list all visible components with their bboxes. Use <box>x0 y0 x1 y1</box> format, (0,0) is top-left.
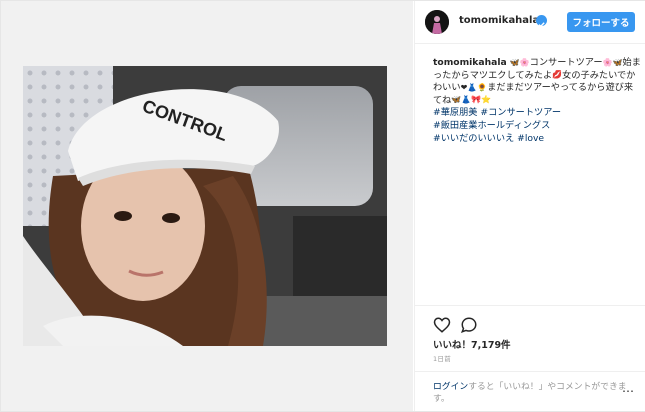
hashtag-link[interactable]: #いいだのいいいえ <box>433 133 514 144</box>
post-modal: CONTROL tomomikahala フォローする tomomikahala… <box>0 0 645 412</box>
avatar[interactable] <box>425 10 449 34</box>
dress-emoji-icon: 👗 <box>467 82 478 92</box>
lipstick-emoji-icon: 💋 <box>552 70 563 80</box>
heart-icon[interactable] <box>433 316 451 334</box>
hashtag-link[interactable]: #love <box>517 133 544 144</box>
more-options-icon[interactable]: ⋯ <box>622 384 634 398</box>
likes-count[interactable]: いいね！7,179件 <box>433 337 511 351</box>
avatar-image <box>425 10 449 34</box>
butterfly-emoji-icon: 🦋 <box>612 57 623 67</box>
post-photo[interactable]: CONTROL <box>23 66 387 346</box>
dress-emoji-icon: 👗 <box>461 95 472 105</box>
login-link[interactable]: ログイン <box>433 382 468 392</box>
username-link[interactable]: tomomikahala <box>459 15 539 26</box>
login-prompt: ログインすると「いいね！」やコメントができます。 <box>433 381 638 405</box>
butterfly-emoji-icon: 🦋 <box>509 57 520 67</box>
ribbon-emoji-icon: 🎀 <box>471 95 482 105</box>
post-header: tomomikahala フォローする <box>415 1 645 44</box>
follow-button[interactable]: フォローする <box>567 12 635 32</box>
heart-emoji-icon: ❤ <box>460 82 468 92</box>
sunflower-emoji-icon: 🌻 <box>477 82 488 92</box>
verified-badge-icon <box>536 15 547 28</box>
login-prompt-bar: ログインすると「いいね！」やコメントができます。 ⋯ <box>415 371 645 412</box>
post-timestamp: 1日前 <box>433 355 452 363</box>
star-emoji-icon: ⭐ <box>481 95 492 105</box>
media-pane: CONTROL <box>1 1 413 411</box>
post-caption: tomomikahala 🦋🌸コンサートツアー🌸🦋始まったからマツエクしてみたよ💋… <box>433 57 641 145</box>
post-sidebar: tomomikahala フォローする tomomikahala 🦋🌸コンサートツ… <box>414 1 645 411</box>
butterfly-emoji-icon: 🦋 <box>451 95 462 105</box>
comment-icon[interactable] <box>460 316 478 334</box>
caption-text-1: コンサートツアー <box>529 57 603 68</box>
selfie-photo-illustration: CONTROL <box>23 66 387 346</box>
hashtag-link[interactable]: #コンサートツアー <box>480 107 561 118</box>
hashtag-link[interactable]: #華原朋美 <box>433 107 477 118</box>
caption-username[interactable]: tomomikahala <box>433 57 507 68</box>
hashtag-link[interactable]: #飯田産業ホールディングス <box>433 120 550 131</box>
flower-emoji-icon: 🌸 <box>602 57 613 67</box>
flower-emoji-icon: 🌸 <box>519 57 530 67</box>
